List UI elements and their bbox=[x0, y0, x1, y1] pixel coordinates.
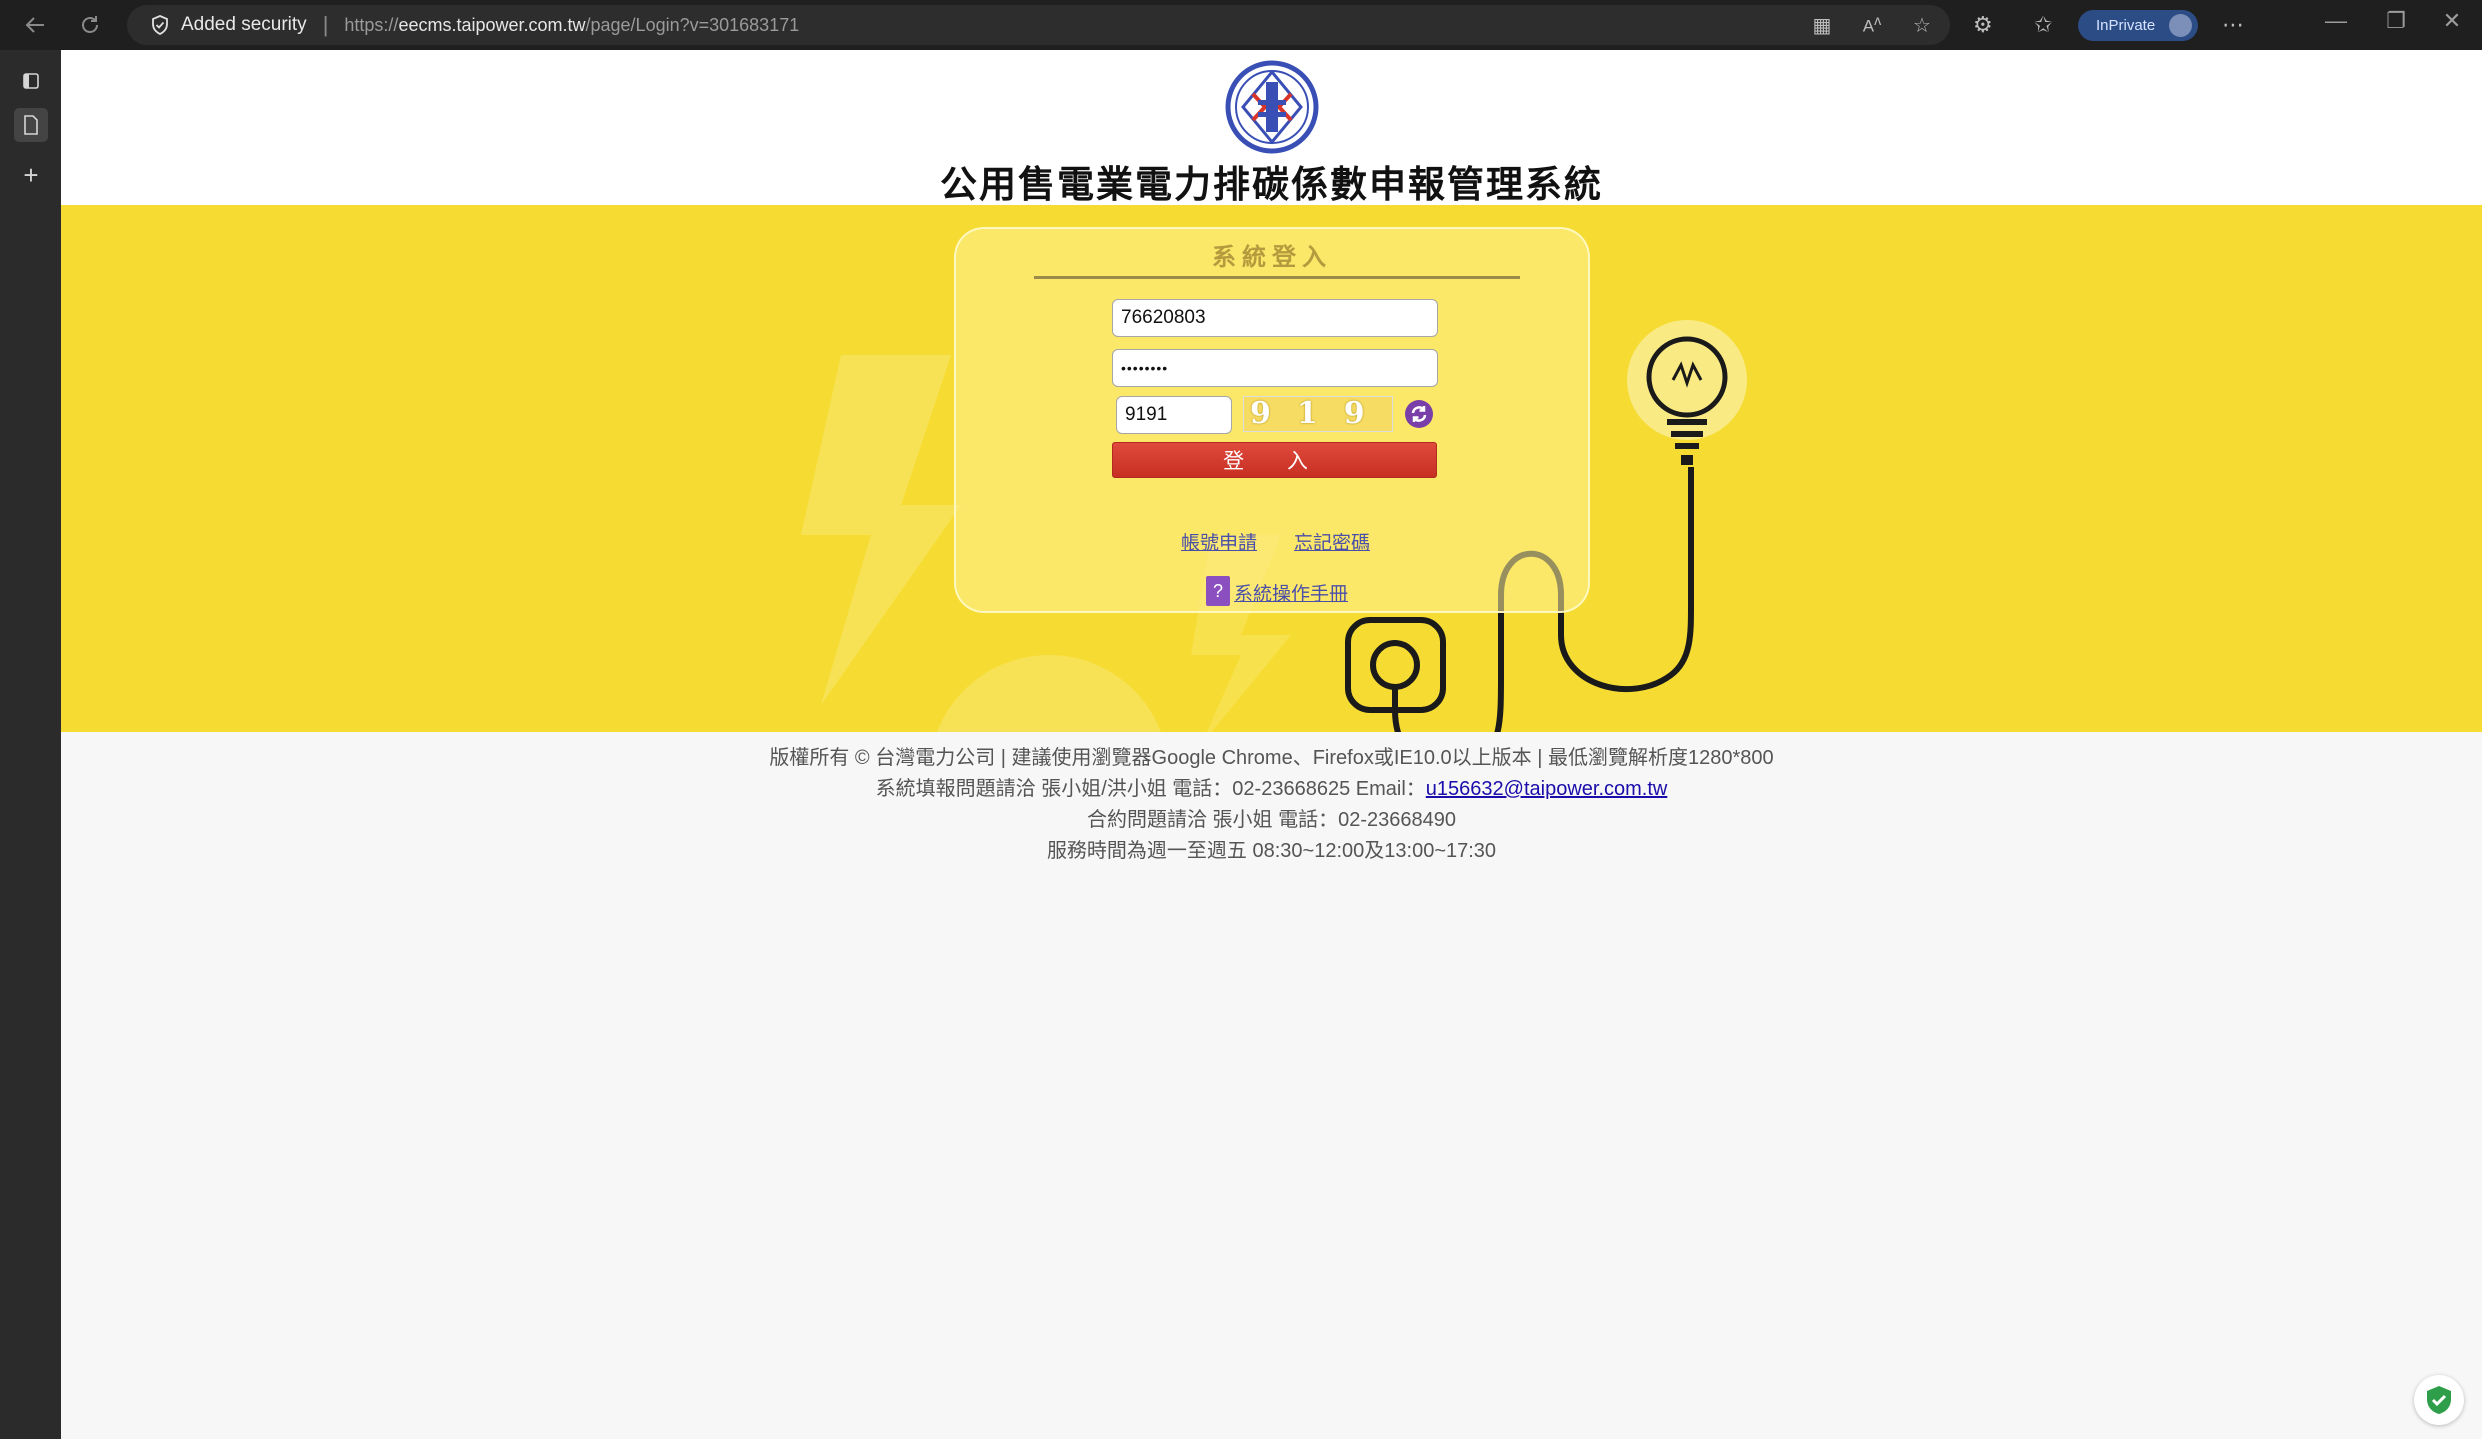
contact-email-link[interactable]: u156632@taipower.com.tw bbox=[1426, 778, 1668, 800]
captcha-image: 9191 bbox=[1243, 396, 1393, 432]
register-link[interactable]: 帳號申請 bbox=[1181, 528, 1257, 555]
profile-avatar bbox=[2169, 14, 2192, 37]
address-bar[interactable]: Added security | https://eecms.taipower.… bbox=[127, 5, 1950, 45]
captcha-refresh-icon[interactable] bbox=[1404, 399, 1434, 429]
vertical-tabs-sidebar: + bbox=[0, 50, 61, 1439]
refresh-button[interactable] bbox=[73, 9, 107, 41]
taipower-logo bbox=[1225, 60, 1319, 154]
url-host: eecms.taipower.com.tw bbox=[398, 14, 586, 35]
page-footer: 版權所有 © 台灣電力公司 | 建議使用瀏覽器Google Chrome、Fir… bbox=[61, 743, 2482, 867]
refresh-icon bbox=[82, 16, 98, 33]
plus-icon: + bbox=[23, 159, 39, 190]
page-title: 公用售電業電力排碳係數申報管理系統 bbox=[940, 163, 1603, 206]
back-arrow-icon bbox=[25, 17, 44, 33]
login-panel: 系統登入 76620803 •••••••• 9191 9191 登 入 帳號申… bbox=[954, 227, 1590, 613]
footer-contact-text: 系統填報問題請洽 張小姐/洪小姐 電話：02-23668625 Email： bbox=[875, 778, 1426, 800]
inprivate-label: InPrivate bbox=[2096, 17, 2156, 34]
verified-shield-icon bbox=[2427, 1386, 2451, 1414]
captcha-input[interactable]: 9191 bbox=[1116, 396, 1232, 434]
heading-divider bbox=[1034, 276, 1520, 279]
address-separator: | bbox=[322, 12, 329, 37]
favorites-icon[interactable]: ✩ bbox=[2034, 12, 2052, 38]
add-favorite-icon[interactable]: ☆ bbox=[1910, 13, 1934, 38]
inprivate-badge[interactable]: InPrivate bbox=[2078, 10, 2198, 41]
app-available-icon[interactable]: ▦ bbox=[1810, 13, 1834, 38]
page-header: 公用售電業電力排碳係數申報管理系統 bbox=[61, 50, 2482, 206]
close-window-button[interactable]: ✕ bbox=[2432, 8, 2472, 34]
url-prefix: https:// bbox=[344, 14, 399, 35]
forgot-password-link[interactable]: 忘記密碼 bbox=[1294, 528, 1370, 555]
web-page: 公用售電業電力排碳係數申報管理系統 系統登入 76620803 ••••••••… bbox=[61, 50, 2482, 1439]
security-badge[interactable] bbox=[2414, 1375, 2464, 1425]
manual-link[interactable]: 系統操作手冊 bbox=[1234, 579, 1348, 606]
new-tab-button[interactable]: + bbox=[14, 158, 48, 192]
footer-contract-contact: 合約問題請洽 張小姐 電話：02-23668490 bbox=[1086, 809, 1456, 831]
footer-contact: 系統填報問題請洽 張小姐/洪小姐 電話：02-23668625 Email：u1… bbox=[61, 774, 2482, 805]
back-button[interactable] bbox=[18, 9, 52, 41]
tab-actions-button[interactable] bbox=[14, 64, 48, 98]
minimize-button[interactable]: — bbox=[2316, 8, 2356, 34]
restore-button[interactable]: ❐ bbox=[2376, 8, 2416, 34]
login-heading: 系統登入 bbox=[1212, 243, 1332, 271]
login-button[interactable]: 登 入 bbox=[1112, 442, 1437, 478]
read-aloud-icon[interactable]: Aʌ bbox=[1860, 13, 1884, 38]
username-input[interactable]: 76620803 bbox=[1112, 299, 1438, 337]
page-icon bbox=[24, 115, 38, 135]
manual-help-icon[interactable]: ? bbox=[1206, 576, 1230, 606]
current-tab[interactable] bbox=[14, 108, 48, 142]
url-path: /page/Login?v=301683171 bbox=[585, 14, 800, 35]
url-text[interactable]: https://eecms.taipower.com.tw/page/Login… bbox=[344, 15, 799, 36]
password-input[interactable]: •••••••• bbox=[1112, 349, 1438, 387]
shield-icon[interactable] bbox=[149, 14, 171, 36]
login-banner: 系統登入 76620803 •••••••• 9191 9191 登 入 帳號申… bbox=[61, 205, 2482, 732]
security-label[interactable]: Added security bbox=[181, 14, 307, 36]
address-bar-icons: ▦ Aʌ ☆ bbox=[1810, 13, 1934, 38]
footer-service-hours: 服務時間為週一至週五 08:30~12:00及13:00~17:30 bbox=[1046, 840, 1497, 862]
more-menu-icon[interactable]: ⋯ bbox=[2222, 12, 2244, 38]
extensions-icon[interactable]: ⚙ bbox=[1973, 12, 1993, 38]
browser-toolbar: Added security | https://eecms.taipower.… bbox=[0, 0, 2482, 50]
footer-copyright: 版權所有 © 台灣電力公司 | 建議使用瀏覽器Google Chrome、Fir… bbox=[769, 747, 1774, 769]
tab-actions-icon bbox=[23, 73, 39, 89]
